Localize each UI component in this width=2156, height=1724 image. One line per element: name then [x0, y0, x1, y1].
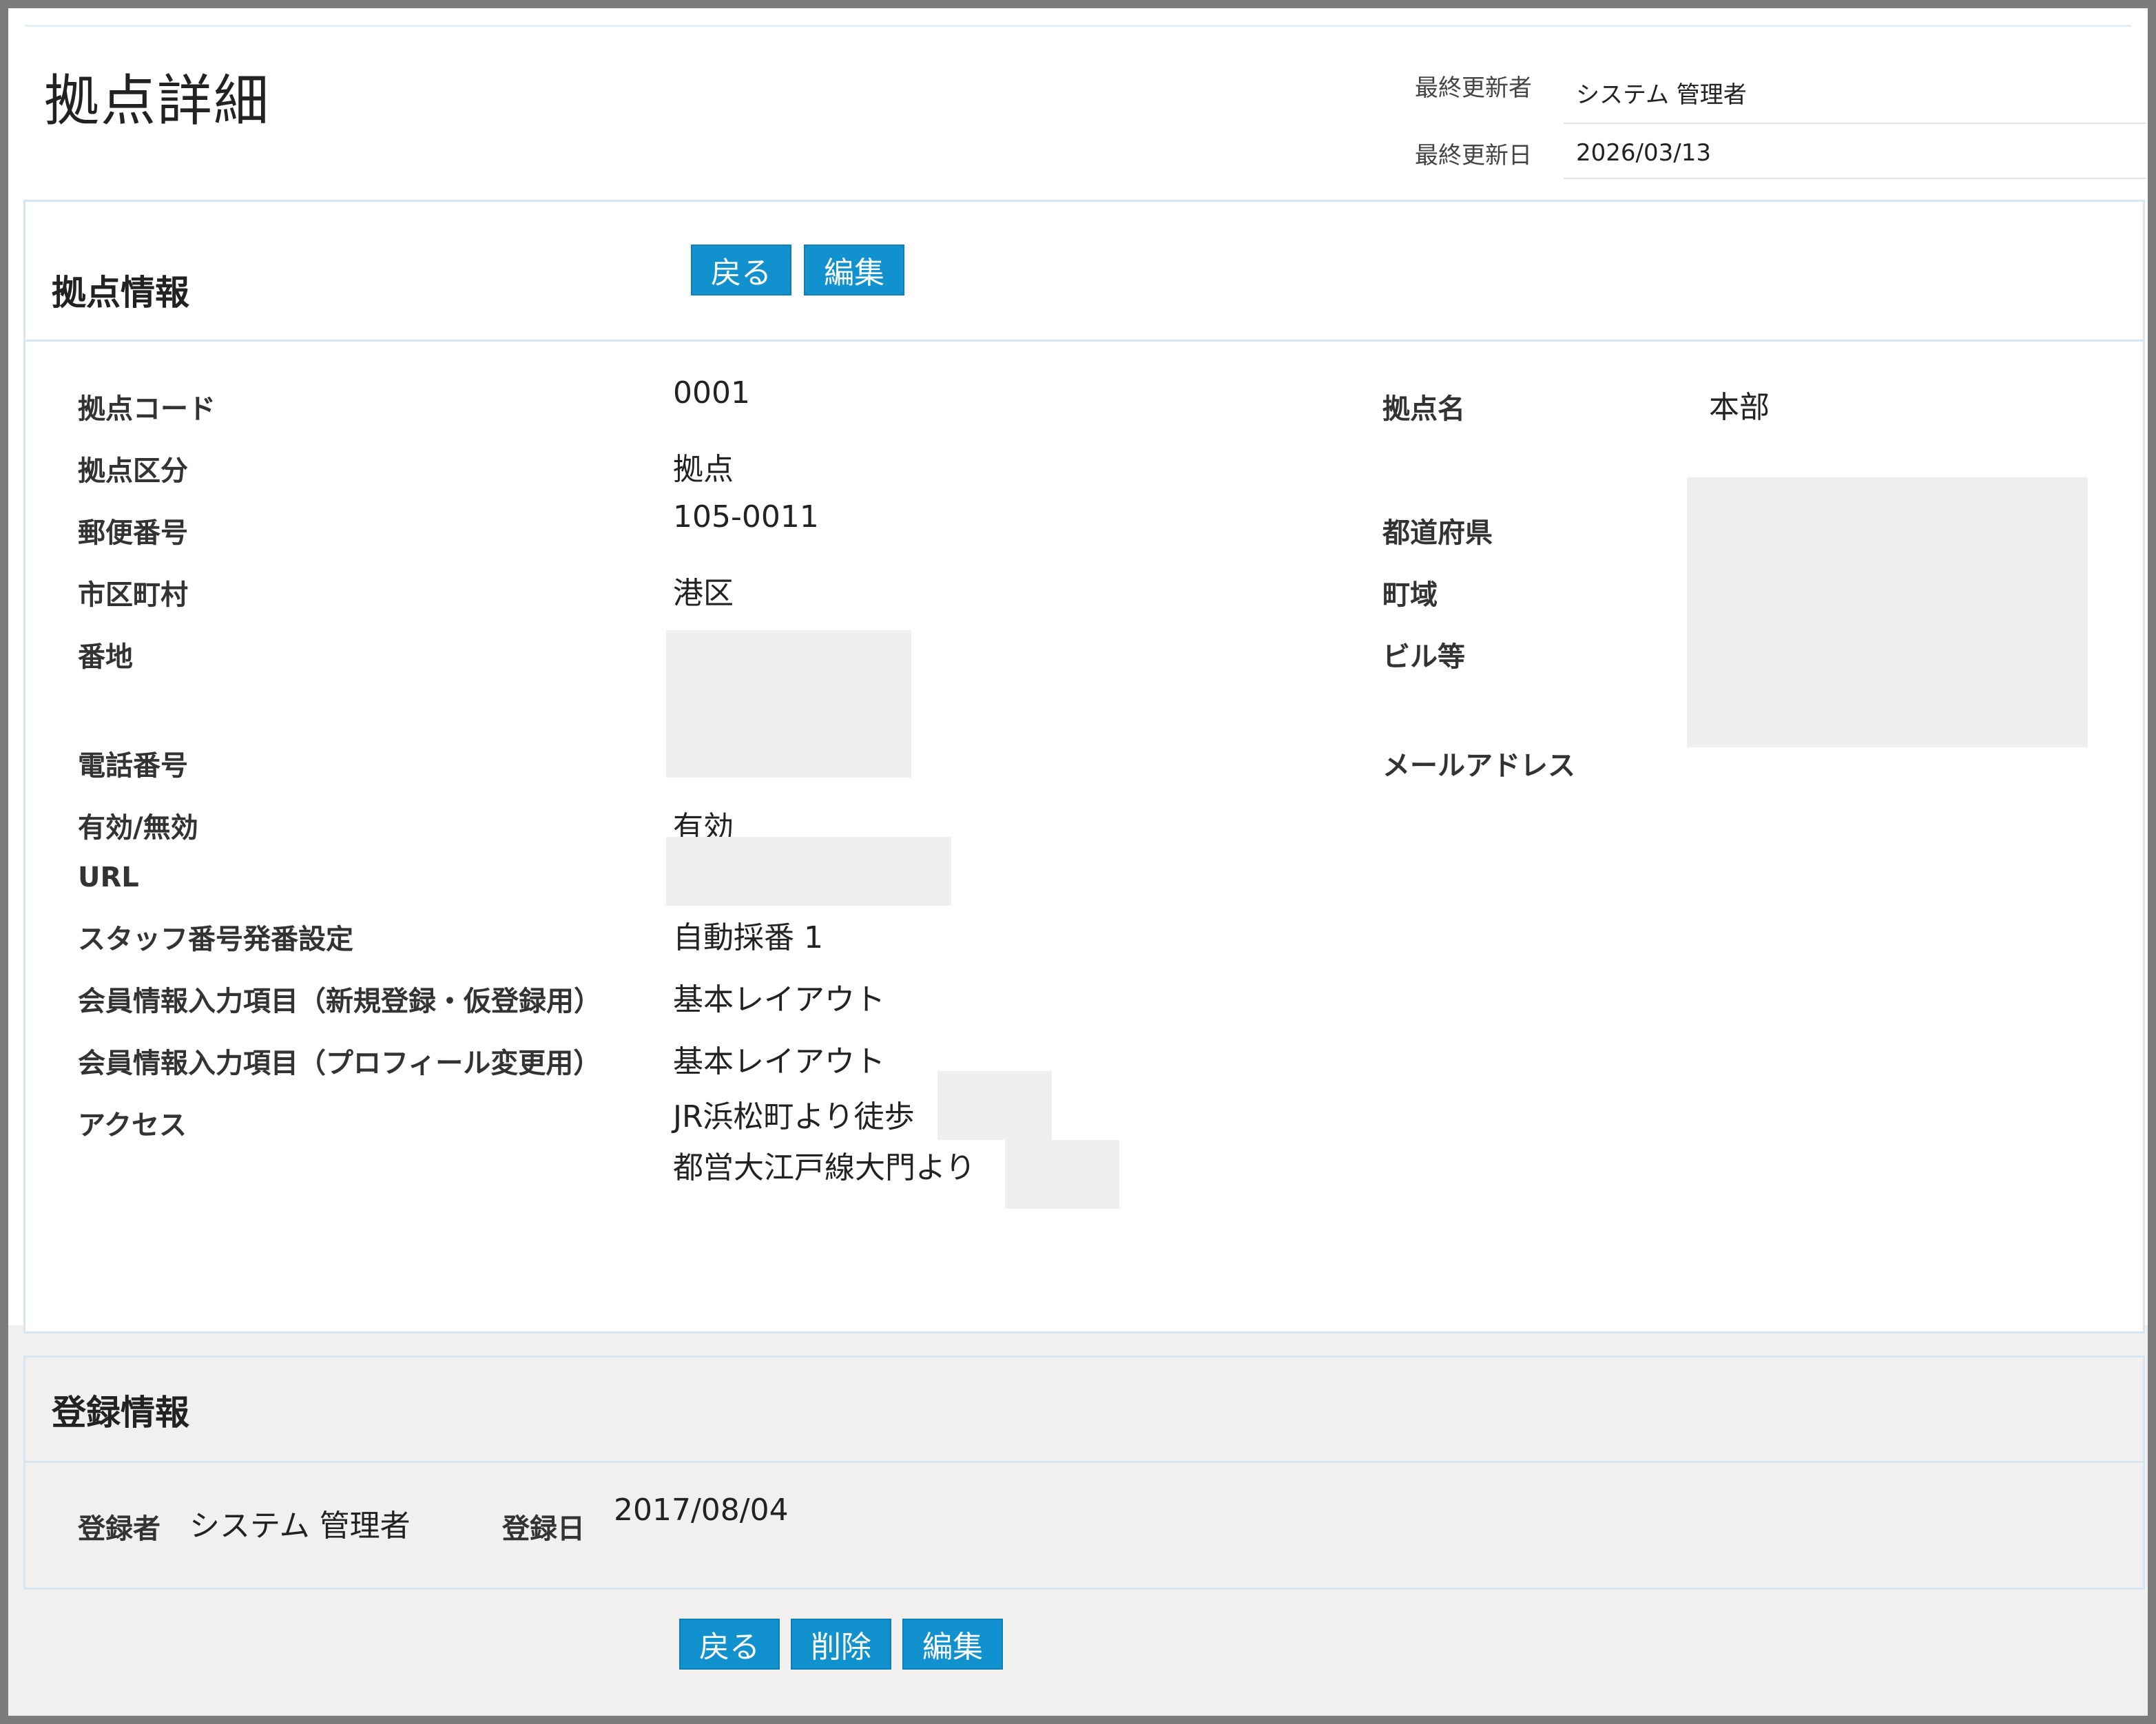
field-value-city: 港区 — [673, 576, 734, 611]
field-value-type: 拠点 — [673, 452, 734, 487]
registrant-value: システム 管理者 — [189, 1508, 411, 1544]
field-label-member-new: 会員情報入力項目（新規登録・仮登録用） — [78, 986, 601, 1017]
field-label-member-profile: 会員情報入力項目（プロフィール変更用） — [78, 1048, 601, 1079]
top-divider — [25, 25, 2131, 27]
redacted-access-1 — [937, 1071, 1052, 1140]
field-label-prefecture: 都道府県 — [1382, 517, 1493, 549]
field-label-city: 市区町村 — [78, 579, 188, 611]
field-label-type: 拠点区分 — [78, 455, 188, 487]
last-updated-by-value: システム 管理者 — [1576, 81, 1747, 109]
field-value-member-new: 基本レイアウト — [673, 982, 885, 1017]
last-updated-date-value: 2026/03/13 — [1576, 139, 1711, 167]
field-label-access: アクセス — [78, 1110, 187, 1141]
page-title: 拠点詳細 — [44, 69, 270, 133]
registrant-label: 登録者 — [78, 1513, 160, 1545]
section-title-registration: 登録情報 — [52, 1393, 189, 1433]
field-value-postal: 105-0011 — [673, 499, 819, 534]
redacted-url — [666, 837, 951, 906]
field-label-town: 町域 — [1382, 579, 1438, 611]
info-panel: 拠点情報 戻る 編集 拠点コード 拠点区分 郵便番号 市区町村 番地 電話番号 … — [23, 200, 2145, 1333]
field-value-member-profile: 基本レイアウト — [673, 1044, 885, 1079]
field-value-access-line1: JR浜松町より徒歩 — [673, 1099, 915, 1134]
footer-edit-button[interactable]: 編集 — [902, 1619, 1003, 1670]
section-title-info: 拠点情報 — [52, 273, 189, 313]
footer-back-button[interactable]: 戻る — [679, 1619, 780, 1670]
last-updated-date-label: 最終更新日 — [1415, 142, 1532, 169]
field-label-url: URL — [78, 862, 139, 893]
field-label-name: 拠点名 — [1382, 393, 1465, 425]
field-label-email: メールアドレス — [1382, 750, 1575, 782]
edit-button[interactable]: 編集 — [804, 245, 904, 295]
redacted-address-block — [1687, 477, 2088, 747]
footer-delete-button[interactable]: 削除 — [791, 1619, 891, 1670]
field-label-building: ビル等 — [1382, 641, 1465, 673]
field-value-staff-number: 自動採番 1 — [673, 920, 823, 955]
redacted-access-2 — [1005, 1140, 1119, 1209]
meta-divider — [1564, 123, 2146, 124]
back-button[interactable]: 戻る — [691, 245, 791, 295]
registration-date-value: 2017/08/04 — [614, 1493, 789, 1528]
meta-divider — [1564, 178, 2146, 179]
last-updated-by-label: 最終更新者 — [1415, 74, 1532, 102]
field-label-address: 番地 — [78, 641, 133, 673]
field-value-code: 0001 — [673, 375, 750, 411]
field-value-name: 本部 — [1709, 390, 1770, 425]
field-label-postal: 郵便番号 — [78, 517, 188, 549]
field-label-phone: 電話番号 — [78, 750, 188, 782]
panel-divider — [25, 340, 2143, 342]
field-label-staff-number: スタッフ番号発番設定 — [78, 924, 353, 955]
panel-divider — [25, 1461, 2143, 1463]
field-value-access-line2: 都営大江戸線大門より — [673, 1150, 976, 1185]
registration-date-label: 登録日 — [502, 1513, 585, 1545]
redacted-address-phone — [666, 630, 911, 778]
field-label-code: 拠点コード — [78, 393, 216, 425]
field-label-status: 有効/無効 — [78, 812, 198, 844]
registration-panel: 登録情報 登録者 システム 管理者 登録日 2017/08/04 — [23, 1356, 2145, 1590]
